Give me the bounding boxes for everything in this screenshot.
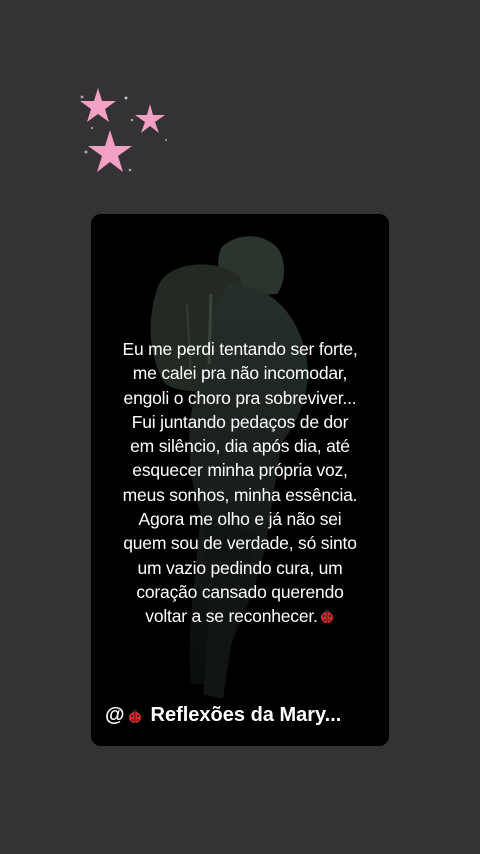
star-shape <box>80 88 116 122</box>
star-shape <box>88 130 132 172</box>
pink-stars-sticker <box>80 88 167 172</box>
at-symbol: @ <box>105 704 125 726</box>
signature-name: Reflexões da Mary... <box>150 704 342 726</box>
ladybug-icon <box>128 708 141 723</box>
star-shape <box>135 104 165 133</box>
story-card: Eu me perdi tentando ser forte, me calei… <box>91 214 389 746</box>
quote-text: Eu me perdi tentando ser forte, me calei… <box>122 339 358 627</box>
footer-signature: @ Reflexões da Mary... <box>105 704 341 727</box>
ladybug-icon <box>320 609 333 624</box>
